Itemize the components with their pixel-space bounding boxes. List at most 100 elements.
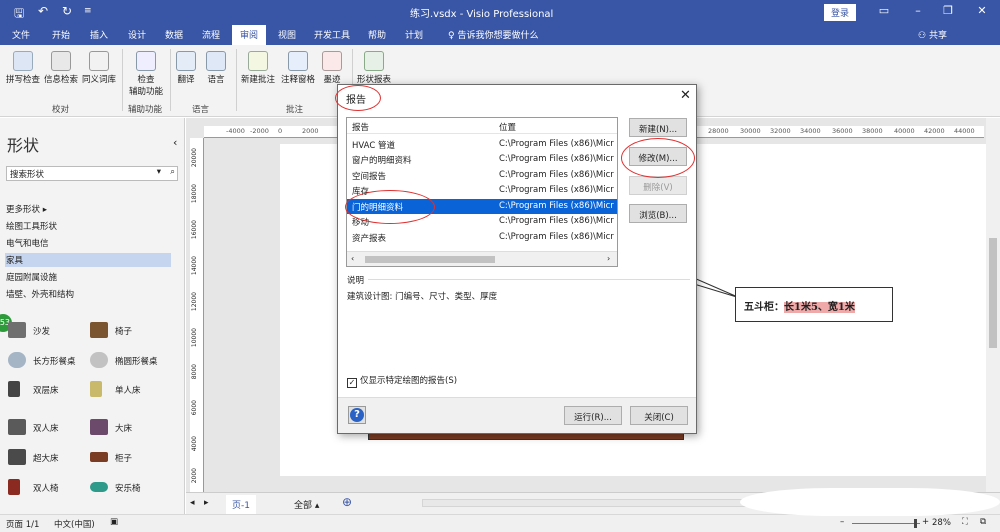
column-location[interactable]: 位置 [499, 121, 516, 133]
list-item-selected[interactable]: 门的明细资料 C:\Program Files (x86)\Micr [347, 199, 617, 214]
menu-process[interactable]: 流程 [202, 28, 220, 41]
zoom-out-icon[interactable]: – [840, 517, 844, 527]
macro-icon[interactable]: ▣ [110, 517, 118, 527]
ribbon-display-icon[interactable]: ▭ [874, 4, 894, 17]
new-comment-button[interactable]: 新建批注 [238, 51, 278, 85]
shape-report-button[interactable]: 形状报表 [354, 51, 394, 85]
next-page-icon[interactable]: ▸ [204, 498, 209, 508]
stencil-furniture[interactable]: 家具 [5, 253, 171, 267]
menu-view[interactable]: 视图 [278, 28, 296, 41]
stencil-more-shapes[interactable]: 更多形状 ▸ [5, 202, 171, 216]
recliner-icon [90, 482, 108, 492]
save-icon[interactable]: 🖫 [14, 4, 24, 25]
maximize-icon[interactable]: ❐ [938, 4, 958, 17]
research-icon [51, 51, 71, 71]
search-dropdown-icon[interactable]: ▾ [157, 167, 161, 177]
menu-review[interactable]: 审阅 [232, 25, 267, 45]
vertical-scrollbar[interactable] [986, 118, 1000, 494]
chevron-right-icon: ▸ [42, 205, 47, 215]
all-pages-dropdown[interactable]: 全部 ▴ [294, 498, 319, 511]
add-page-icon[interactable]: ⊕ [342, 495, 352, 509]
tell-me-box[interactable]: ♀ 告诉我你想要做什么 [448, 28, 538, 41]
search-icon[interactable]: ⌕ [170, 167, 175, 177]
report-list[interactable]: 报告 位置 HVAC 管道 C:\Program Files (x86)\Micr… [346, 117, 618, 267]
column-report[interactable]: 报告 [352, 121, 369, 133]
comments-pane-button[interactable]: 注释窗格 [278, 51, 318, 85]
menu-design[interactable]: 设计 [128, 28, 146, 41]
checkmark-icon[interactable]: ✓ [347, 378, 357, 388]
switch-windows-icon[interactable]: ⧉ [980, 517, 986, 527]
collapse-panel-icon[interactable]: ‹ [173, 136, 177, 149]
check-accessibility-button[interactable]: 检查 辅助功能 [126, 51, 166, 97]
menu-file[interactable]: 文件 [12, 28, 30, 41]
menu-plan[interactable]: 计划 [405, 28, 423, 41]
list-item[interactable]: 资产报表 C:\Program Files (x86)\Micr [347, 230, 617, 245]
scroll-right-icon[interactable]: › [607, 254, 610, 263]
stencil-drawing-tools[interactable]: 绘图工具形状 [5, 219, 171, 233]
dialog-title: 报告 [346, 95, 366, 106]
browse-button[interactable]: 浏览(B)... [629, 204, 687, 223]
close-window-icon[interactable]: ✕ [972, 4, 992, 17]
zoom-slider[interactable] [852, 523, 920, 524]
highlighted-dimensions: 长1米5、宽1米 [784, 302, 855, 313]
search-shapes-input[interactable]: 搜索形状 ▾ ⌕ [6, 166, 178, 181]
menu-developer[interactable]: 开发工具 [314, 28, 350, 41]
list-scroll-thumb[interactable] [365, 256, 495, 263]
zoom-slider-thumb[interactable] [914, 519, 917, 528]
comment-icon [248, 51, 268, 71]
callout-shape[interactable]: 五斗柜：长1米5、宽1米 [735, 287, 893, 322]
pane-icon [288, 51, 308, 71]
thesaurus-icon [89, 51, 109, 71]
dialog-close-icon[interactable]: ✕ [680, 88, 691, 103]
page-count[interactable]: 页面 1/1 [6, 518, 39, 530]
window-title: 练习.vsdx - Visio Professional [410, 9, 554, 20]
zoom-in-icon[interactable]: + [922, 517, 929, 527]
language-status[interactable]: 中文(中国) [54, 518, 95, 530]
new-report-button[interactable]: 新建(N)... [629, 118, 687, 137]
list-horizontal-scrollbar[interactable]: ‹ › [347, 251, 617, 266]
minimize-icon[interactable]: – [908, 4, 928, 17]
undo-icon[interactable]: ↶ [38, 4, 48, 18]
king-bed-icon [8, 449, 26, 465]
group-comments-label: 批注 [286, 105, 304, 115]
run-button[interactable]: 运行(R)... [564, 406, 622, 425]
spell-check-icon [13, 51, 33, 71]
list-item[interactable]: 窗户的明细资料 C:\Program Files (x86)\Micr [347, 152, 617, 167]
login-button[interactable]: 登录 [824, 4, 857, 21]
close-button[interactable]: 关闭(C) [630, 406, 688, 425]
menu-help[interactable]: 帮助 [368, 28, 386, 41]
shapes-panel: 形状 ‹ 搜索形状 ▾ ⌕ 更多形状 ▸ 绘图工具形状 电气和电信 家具 庭园附… [0, 118, 185, 514]
scroll-thumb[interactable] [989, 238, 997, 348]
research-button[interactable]: 信息检索 [42, 51, 80, 85]
delete-report-button[interactable]: 删除(V) [629, 176, 687, 195]
modify-report-button[interactable]: 修改(M)... [629, 147, 687, 166]
menu-home[interactable]: 开始 [52, 28, 70, 41]
list-item[interactable]: 空间报告 C:\Program Files (x86)\Micr [347, 168, 617, 183]
fit-page-icon[interactable]: ⛶ [962, 517, 968, 527]
thesaurus-button[interactable]: 同义词库 [80, 51, 118, 85]
menu-data[interactable]: 数据 [165, 28, 183, 41]
bunk-bed-icon [8, 381, 20, 397]
customize-icon[interactable]: ≡ [84, 6, 92, 16]
share-button[interactable]: ⚇ 共享 [918, 28, 947, 41]
translate-button[interactable]: 翻译 [172, 51, 200, 85]
help-button[interactable]: ? [348, 406, 366, 424]
language-button[interactable]: 语言 [202, 51, 230, 85]
scroll-left-icon[interactable]: ‹ [351, 254, 354, 263]
pen-icon [322, 51, 342, 71]
stencil-garden[interactable]: 庭园附属设施 [5, 270, 171, 284]
stencil-electrical[interactable]: 电气和电信 [5, 236, 171, 250]
spelling-button[interactable]: 拼写检查 [4, 51, 42, 85]
list-item[interactable]: 库存 C:\Program Files (x86)\Micr [347, 183, 617, 198]
menu-insert[interactable]: 插入 [90, 28, 108, 41]
list-item[interactable]: HVAC 管道 C:\Program Files (x86)\Micr [347, 137, 617, 152]
zoom-level[interactable]: 28% [932, 518, 951, 528]
prev-page-icon[interactable]: ◂ [190, 498, 195, 508]
single-bed-icon [90, 381, 102, 397]
list-item[interactable]: 移动 C:\Program Files (x86)\Micr [347, 214, 617, 229]
redo-icon[interactable]: ↻ [62, 4, 72, 18]
stencil-walls[interactable]: 墙壁、外壳和结构 [5, 287, 171, 301]
specific-drawing-checkbox[interactable]: ✓ 仅显示特定绘图的报告(S) [347, 374, 457, 388]
ink-button[interactable]: 墨迹 [318, 51, 346, 85]
page-tab-1[interactable]: 页-1 [226, 495, 256, 516]
